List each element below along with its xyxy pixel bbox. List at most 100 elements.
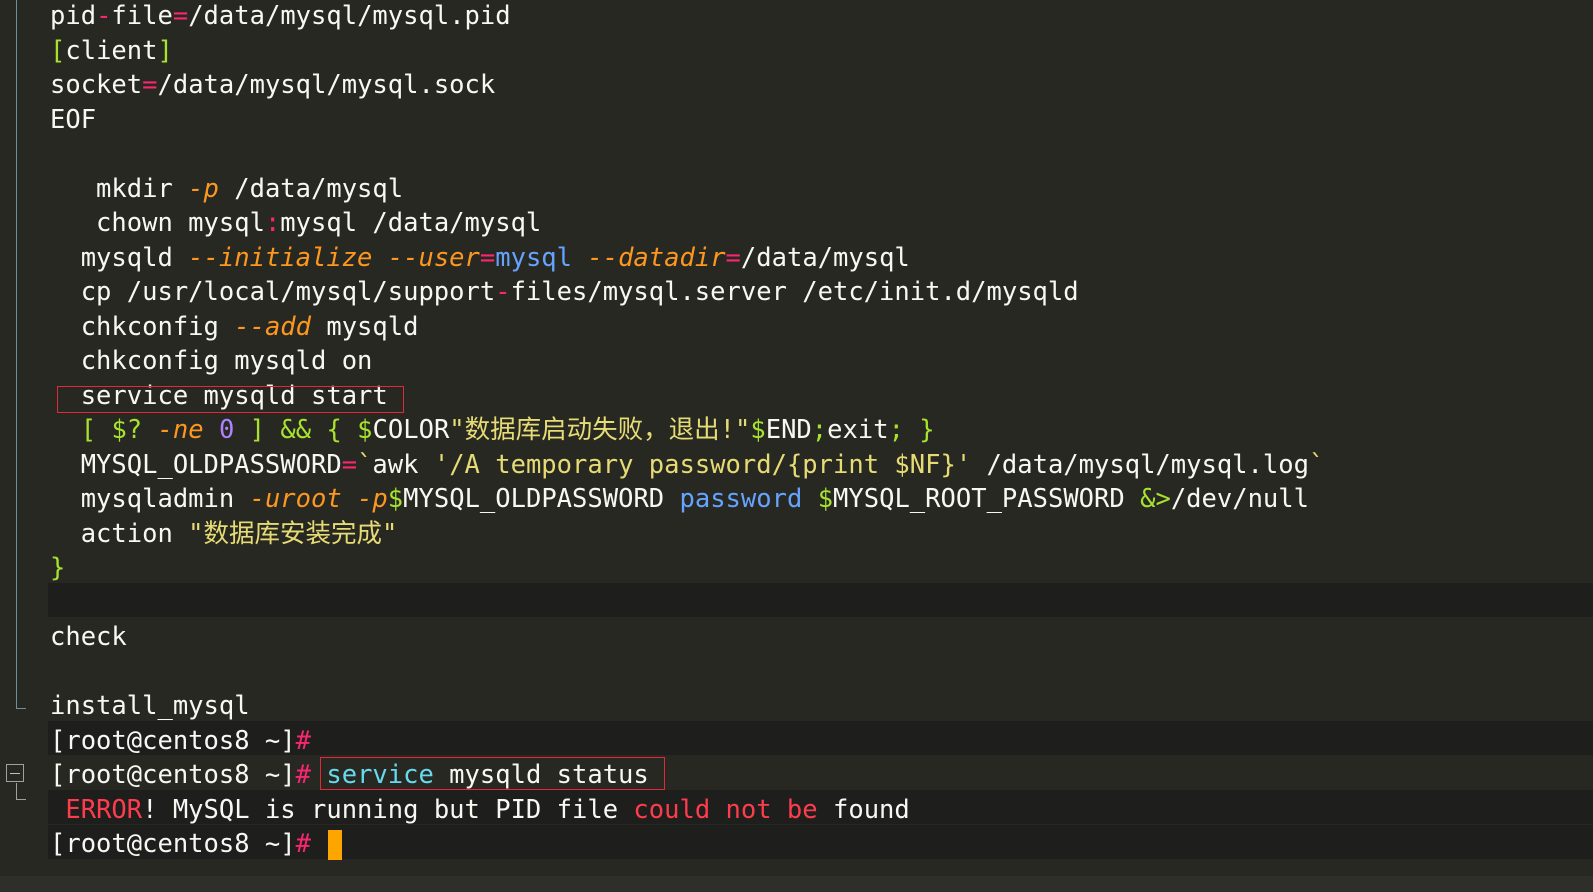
code-token: [ — [80, 415, 97, 445]
fold-end-marker — [16, 698, 26, 709]
code-token: '/A temporary password/{print $NF}' — [433, 449, 972, 480]
editor-line: chkconfig mysqld on — [50, 344, 373, 378]
code-token: ` — [357, 449, 373, 480]
code-token: MYSQL_ROOT_PASSWORD — [833, 484, 1141, 514]
code-token: mkdir — [50, 173, 189, 204]
code-token: = — [142, 70, 158, 100]
editor-gutter — [0, 0, 44, 892]
code-token: &> — [1140, 484, 1171, 514]
code-token: install_mysql — [50, 691, 250, 721]
code-token: $ — [817, 484, 834, 514]
code-token: pid — [50, 1, 97, 31]
code-token: could not be — [633, 794, 818, 825]
code-token: /data/mysql — [740, 242, 910, 273]
code-token: = — [172, 1, 189, 31]
code-token: /data/mysql/mysql.pid — [188, 1, 511, 31]
code-token: password — [679, 484, 803, 514]
code-token: /data/mysql/mysql.sock — [157, 70, 496, 100]
code-token: "数据库安装完成" — [188, 518, 398, 549]
code-token: - — [495, 277, 511, 307]
code-token: : — [264, 208, 281, 238]
code-token: -ne — [157, 415, 204, 445]
editor-line: install_mysql — [50, 689, 250, 723]
editor-line: pid-file=/data/mysql/mysql.pid — [50, 0, 511, 33]
fold-end-marker — [16, 783, 26, 800]
code-token: /data/mysql — [218, 173, 404, 204]
fold-guide-line — [16, 0, 17, 698]
code-token: -p — [357, 484, 388, 514]
editor-line: MYSQL_OLDPASSWORD=`awk '/A temporary pas… — [50, 448, 1325, 482]
code-token: /dev/null — [1170, 484, 1309, 514]
code-token: action — [50, 518, 189, 549]
code-token: client — [65, 35, 158, 66]
highlight-box-service-start — [57, 386, 404, 413]
editor-line: chkconfig --add mysqld — [50, 310, 419, 344]
code-token: [root@centos8 ~] — [50, 829, 296, 859]
code-token: exit — [827, 415, 889, 445]
code-token: --user — [387, 242, 480, 273]
code-token: $ — [750, 415, 766, 445]
code-token: -p — [188, 173, 219, 204]
code-token: $ — [387, 484, 404, 514]
terminal-line: [root@centos8 ~]# — [50, 724, 311, 758]
code-token: ] — [157, 35, 173, 66]
code-token: && — [280, 415, 312, 445]
code-token: chown mysql — [50, 208, 265, 238]
editor-line: } — [50, 551, 65, 585]
code-token: # — [295, 829, 311, 859]
code-token: chkconfig — [50, 311, 235, 342]
editor-line: mkdir -p /data/mysql — [50, 172, 403, 206]
code-token: EOF — [50, 104, 97, 135]
code-token: # — [295, 725, 311, 756]
code-token: = — [725, 242, 741, 273]
code-token: cp /usr/local/mysql/support — [50, 277, 496, 307]
code-token: mysqld — [50, 242, 189, 273]
editor-line: [client] — [50, 34, 173, 68]
code-token: } — [919, 415, 935, 445]
editor-line: cp /usr/local/mysql/support-files/mysql.… — [50, 275, 1079, 309]
editor-line: EOF — [50, 103, 96, 137]
code-token: = — [479, 242, 496, 273]
code-token: ; — [888, 415, 904, 445]
highlight-box-service-status — [320, 757, 665, 790]
window-bottom-edge — [0, 876, 1593, 892]
current-line-highlight — [48, 583, 1593, 617]
code-token: ` — [1308, 449, 1325, 480]
fold-collapse-icon[interactable] — [6, 764, 24, 782]
code-token: chkconfig mysqld on — [50, 346, 373, 376]
code-token: -uroot — [249, 484, 342, 514]
terminal-line: [root@centos8 ~]# — [50, 827, 343, 861]
code-token: [ — [50, 35, 66, 66]
editor-line: mysqladmin -uroot -p$MYSQL_OLDPASSWORD p… — [50, 482, 1309, 516]
code-token: [root@centos8 ~] — [50, 725, 296, 756]
code-token: socket — [50, 70, 143, 100]
code-token: ; — [811, 415, 828, 445]
code-token: /data/mysql/mysql.log — [971, 449, 1309, 480]
text-cursor — [328, 830, 343, 860]
editor-line: chown mysql:mysql /data/mysql — [50, 206, 541, 240]
code-token: "数据库启动失败，退出!" — [449, 415, 751, 445]
code-token: mysql /data/mysql — [280, 208, 542, 238]
code-token: = — [341, 449, 358, 480]
code-token: } — [50, 553, 66, 583]
editor-line: mysqld --initialize --user=mysql --datad… — [50, 241, 910, 275]
code-token: file — [111, 1, 173, 31]
code-token: mysqladmin — [50, 484, 250, 514]
code-token: ] — [249, 415, 266, 445]
code-token: 0 — [218, 415, 235, 445]
code-token: ! MySQL is running but PID file — [142, 794, 634, 825]
terminal-window[interactable]: pid-file=/data/mysql/mysql.pid [client] so… — [0, 0, 1593, 892]
editor-line: socket=/data/mysql/mysql.sock — [50, 68, 495, 102]
